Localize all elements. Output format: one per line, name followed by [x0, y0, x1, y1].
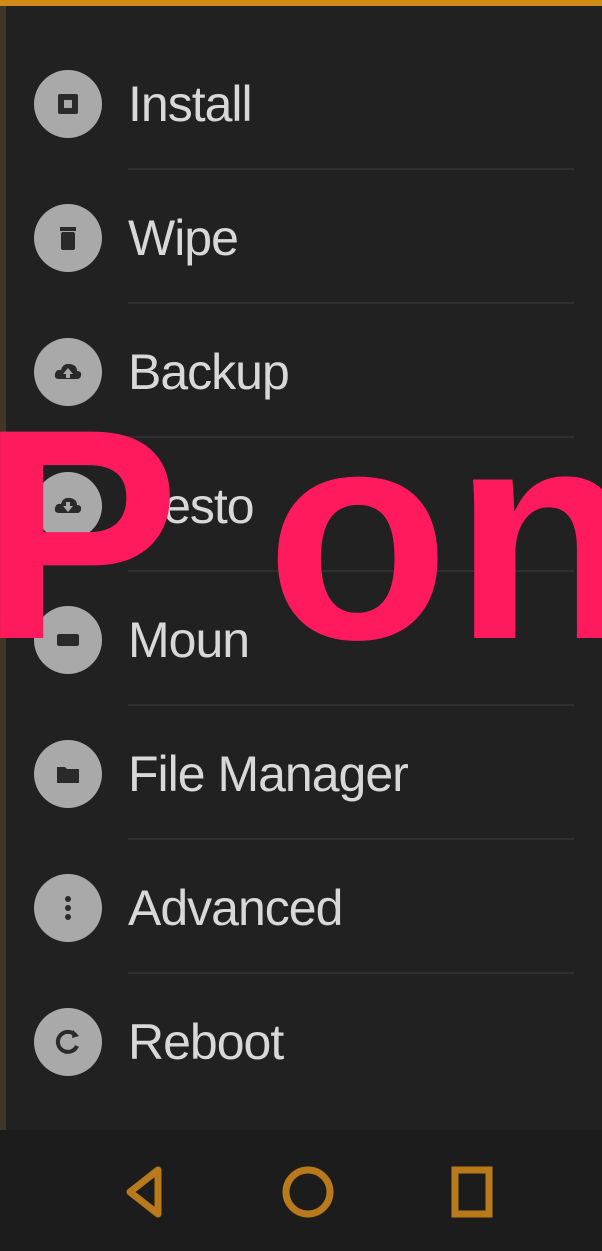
navigation-bar [0, 1130, 602, 1251]
menu-item-wipe[interactable]: Wipe [0, 170, 602, 304]
menu-item-file-manager[interactable]: File Manager [0, 706, 602, 840]
reboot-icon [34, 1008, 102, 1076]
cloud-down-icon [34, 472, 102, 540]
trash-icon [34, 204, 102, 272]
menu-item-reboot[interactable]: Reboot [0, 974, 602, 1108]
install-icon [34, 70, 102, 138]
menu-item-label: File Manager [128, 746, 409, 802]
menu-item-mount[interactable]: Moun [0, 572, 602, 706]
menu-item-label: Reboot [128, 1014, 284, 1070]
drive-icon [34, 606, 102, 674]
recent-apps-button[interactable] [432, 1152, 512, 1232]
menu-item-label: Moun [128, 612, 250, 668]
menu-item-label: Install [128, 76, 253, 132]
menu-item-label: Resto [128, 478, 255, 534]
menu-item-backup[interactable]: Backup [0, 304, 602, 438]
menu-item-label: Advanced [128, 880, 343, 936]
menu-item-advanced[interactable]: Advanced [0, 840, 602, 974]
home-icon [282, 1166, 334, 1218]
menu-item-label: Backup [128, 344, 290, 400]
top-accent-bar [0, 0, 602, 6]
back-button[interactable] [104, 1152, 184, 1232]
folder-icon [34, 740, 102, 808]
menu-item-install[interactable]: Install [0, 36, 602, 170]
recovery-screen: Install Wipe Backup Resto Moun File Mana… [0, 0, 602, 1251]
cloud-up-icon [34, 338, 102, 406]
more-vert-icon [34, 874, 102, 942]
menu-item-restore[interactable]: Resto [0, 438, 602, 572]
recent-apps-icon [451, 1166, 493, 1218]
main-menu: Install Wipe Backup Resto Moun File Mana… [0, 36, 602, 1108]
back-icon [126, 1166, 162, 1218]
menu-item-label: Wipe [128, 210, 239, 266]
home-button[interactable] [268, 1152, 348, 1232]
